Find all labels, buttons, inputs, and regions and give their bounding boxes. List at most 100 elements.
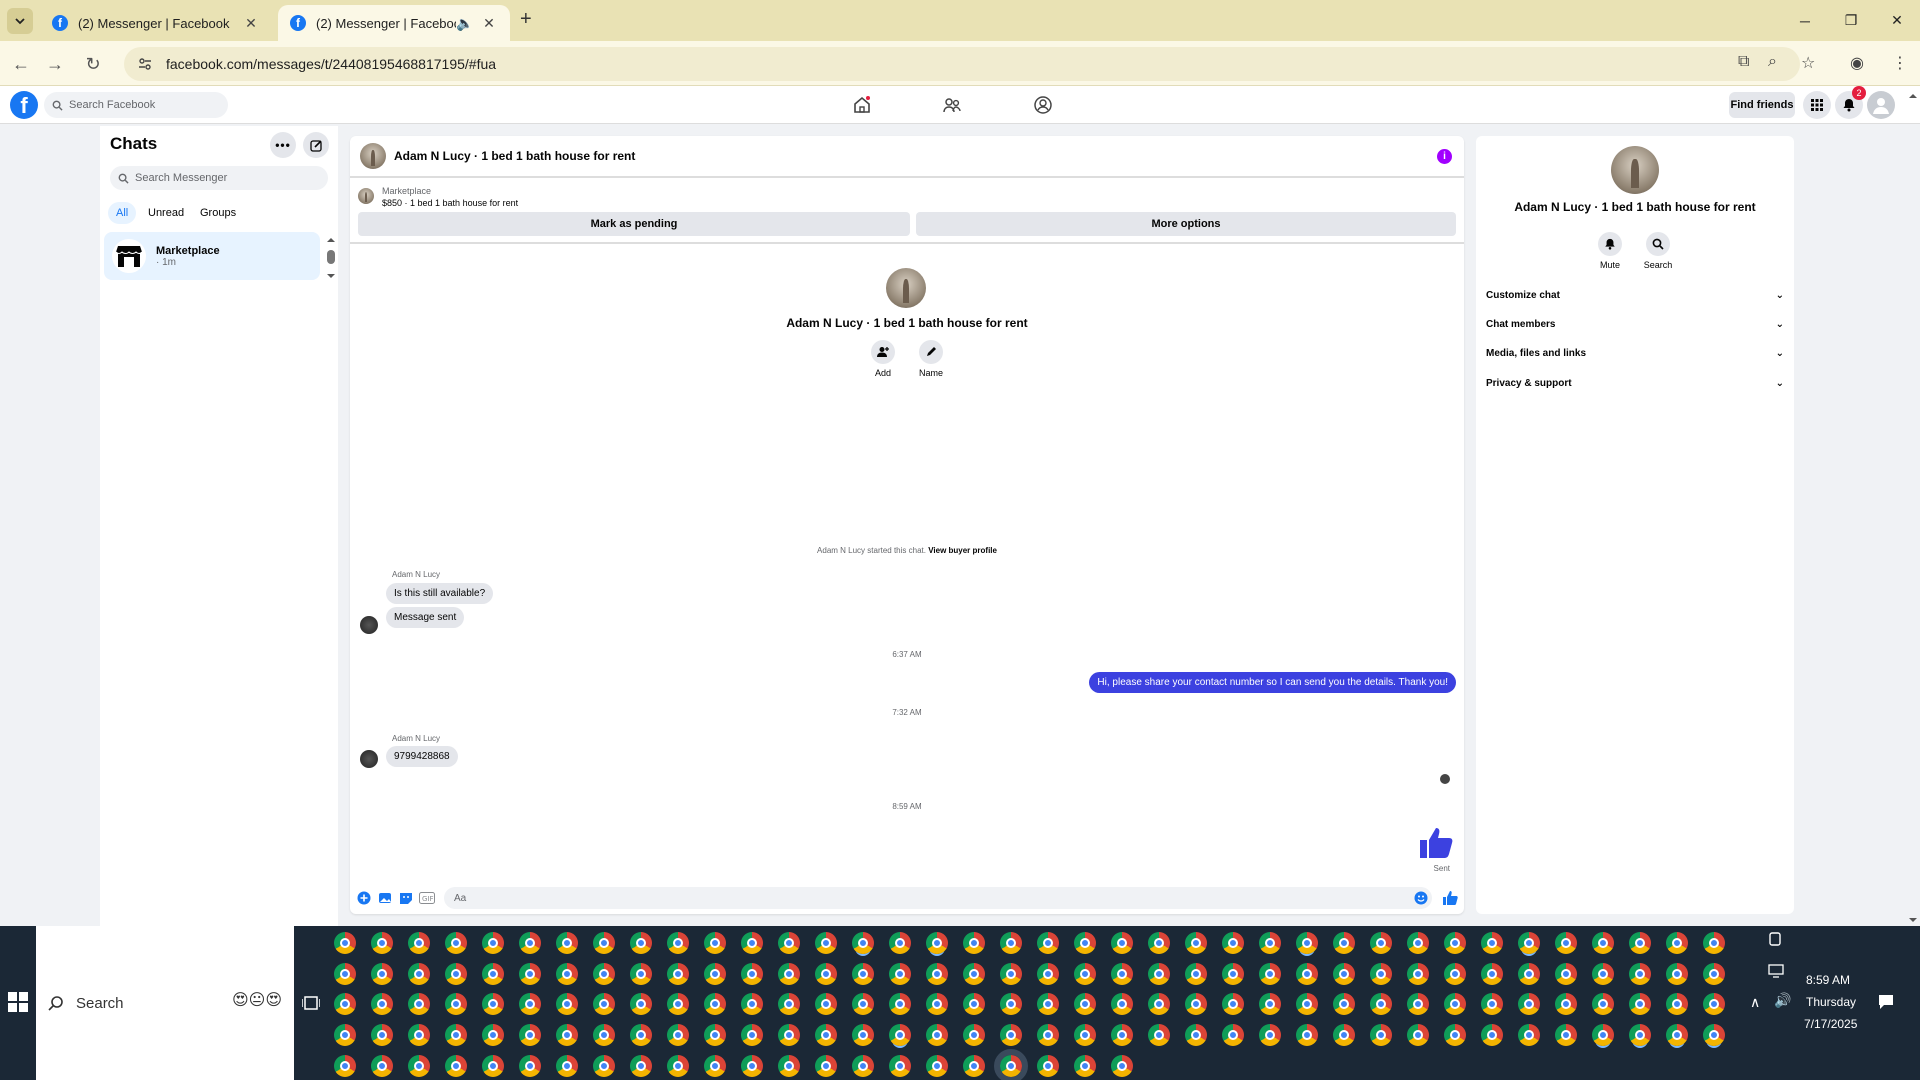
taskbar-browser-app-icon[interactable]	[1370, 993, 1392, 1016]
taskbar-browser-app-icon[interactable]	[926, 1024, 948, 1047]
taskbar-browser-app-icon[interactable]	[408, 932, 430, 954]
taskbar-browser-app-icon[interactable]	[482, 1054, 504, 1077]
taskbar-browser-app-icon[interactable]	[408, 993, 430, 1016]
taskbar-browser-app-icon[interactable]	[593, 993, 615, 1016]
taskbar-browser-app-icon[interactable]	[1629, 993, 1651, 1016]
taskbar-browser-app-icon[interactable]	[1111, 993, 1133, 1016]
taskbar-browser-app-icon[interactable]	[1259, 1024, 1281, 1047]
taskbar-browser-app-icon[interactable]	[630, 932, 652, 954]
taskbar-browser-app-icon[interactable]	[1222, 932, 1244, 954]
taskbar-browser-app-icon[interactable]	[630, 1024, 652, 1047]
taskbar-browser-app-icon[interactable]	[667, 1054, 689, 1077]
taskbar-browser-app-icon[interactable]	[519, 932, 541, 954]
taskbar-browser-app-icon[interactable]	[1481, 993, 1503, 1016]
taskbar-browser-app-icon[interactable]	[963, 932, 985, 954]
taskbar-browser-app-icon[interactable]	[1074, 993, 1096, 1016]
taskbar-browser-app-icon[interactable]	[741, 962, 763, 985]
taskbar-browser-app-icon[interactable]	[889, 962, 911, 985]
taskbar-browser-app-icon[interactable]	[1333, 962, 1355, 985]
gif-icon[interactable]: GIF	[419, 890, 435, 906]
chat-members-section[interactable]: Chat members ⌄	[1486, 310, 1784, 338]
taskbar-browser-app-icon[interactable]	[1111, 1024, 1133, 1047]
profile-icon[interactable]: ◉	[1850, 53, 1864, 73]
taskbar-browser-app-icon[interactable]	[371, 932, 393, 954]
view-buyer-profile-link[interactable]: View buyer profile	[928, 546, 997, 555]
tab-search-button[interactable]	[7, 8, 33, 34]
taskbar-browser-app-icon[interactable]	[815, 962, 837, 985]
taskbar-browser-app-icon[interactable]	[1148, 962, 1170, 985]
taskbar-browser-app-icon[interactable]	[741, 932, 763, 954]
taskbar-browser-app-icon[interactable]	[1518, 1024, 1540, 1047]
outgoing-message[interactable]: Hi, please share your contact number so …	[1089, 672, 1456, 693]
taskbar-browser-app-icon[interactable]	[445, 1054, 467, 1077]
info-icon[interactable]: i	[1437, 149, 1452, 164]
incoming-message[interactable]: 9799428868	[386, 746, 458, 767]
taskbar-browser-app-icon[interactable]	[1592, 993, 1614, 1016]
more-options-button[interactable]: More options	[916, 212, 1456, 236]
show-hidden-icons[interactable]: ∧	[1750, 994, 1760, 1011]
message-input[interactable]: Aa	[444, 887, 1432, 909]
edit-name-button[interactable]: Name	[911, 340, 951, 378]
chat-options-button[interactable]: •••	[270, 132, 296, 158]
taskbar-browser-app-icon[interactable]	[815, 932, 837, 954]
zoom-icon[interactable]: ⌕	[1768, 53, 1777, 71]
taskbar-browser-app-icon[interactable]	[334, 1054, 356, 1077]
taskbar-browser-app-icon[interactable]	[556, 1054, 578, 1077]
taskbar-browser-app-icon[interactable]	[1296, 962, 1318, 985]
menu-grid-button[interactable]	[1803, 91, 1831, 119]
taskbar-browser-app-icon[interactable]	[556, 962, 578, 985]
taskbar-browser-app-icon[interactable]	[482, 993, 504, 1016]
taskbar-browser-app-icon[interactable]	[1259, 932, 1281, 954]
like-button-icon[interactable]	[1442, 890, 1458, 906]
windows-start-icon[interactable]	[8, 992, 28, 1012]
taskbar-browser-app-icon[interactable]	[1333, 993, 1355, 1016]
taskbar-browser-app-icon[interactable]	[1259, 993, 1281, 1016]
taskbar-browser-app-icon[interactable]	[1000, 1024, 1022, 1047]
task-view-icon[interactable]	[302, 994, 320, 1012]
taskbar-browser-app-icon[interactable]	[1407, 962, 1429, 985]
taskbar-browser-app-icon[interactable]	[1222, 1024, 1244, 1047]
taskbar-browser-app-icon[interactable]	[630, 993, 652, 1016]
taskbar-browser-app-icon[interactable]	[1666, 932, 1688, 954]
taskbar-browser-app-icon[interactable]	[1481, 932, 1503, 954]
taskbar-browser-app-icon[interactable]	[1370, 932, 1392, 954]
taskbar-browser-app-icon[interactable]	[1074, 962, 1096, 985]
browser-tab-1[interactable]: f (2) Messenger | Facebook ✕	[40, 5, 272, 41]
taskbar-browser-app-icon[interactable]	[1370, 962, 1392, 985]
taskbar-browser-app-icon[interactable]	[963, 1054, 985, 1077]
taskbar-browser-app-icon[interactable]	[926, 993, 948, 1016]
taskbar-browser-app-icon[interactable]	[1407, 1024, 1429, 1047]
taskbar-browser-app-icon[interactable]	[1037, 1024, 1059, 1047]
taskbar-browser-app-icon[interactable]	[741, 993, 763, 1016]
taskbar-browser-app-icon[interactable]	[482, 1024, 504, 1047]
network-icon[interactable]	[1768, 964, 1784, 978]
taskbar-browser-app-icon[interactable]	[1703, 932, 1725, 954]
taskbar-browser-app-icon[interactable]	[630, 962, 652, 985]
taskbar-browser-app-icon[interactable]	[556, 1024, 578, 1047]
taskbar-browser-app-icon[interactable]	[889, 1054, 911, 1077]
close-tab-icon[interactable]: ✕	[242, 15, 260, 32]
taskbar-browser-app-icon[interactable]	[1407, 993, 1429, 1016]
taskbar-browser-app-icon[interactable]	[1703, 962, 1725, 985]
taskbar-browser-app-icon[interactable]	[994, 1048, 1028, 1080]
emoji-icon[interactable]	[1414, 891, 1428, 905]
page-scrollbar[interactable]	[1906, 92, 1920, 924]
taskbar-browser-app-icon[interactable]	[1037, 962, 1059, 985]
contact-avatar-large[interactable]	[886, 268, 926, 308]
taskbar-browser-app-icon[interactable]	[1222, 993, 1244, 1016]
taskbar-browser-app-icon[interactable]	[371, 1054, 393, 1077]
taskbar-browser-app-icon[interactable]	[1111, 1054, 1133, 1077]
clock-day[interactable]: Thursday	[1806, 995, 1856, 1009]
taskbar-browser-app-icon[interactable]	[741, 1054, 763, 1077]
filter-unread[interactable]: Unread	[140, 202, 192, 224]
taskbar-browser-app-icon[interactable]	[1518, 962, 1540, 985]
taskbar-browser-app-icon[interactable]	[778, 1054, 800, 1077]
taskbar-browser-app-icon[interactable]	[1000, 932, 1022, 954]
taskbar-browser-app-icon[interactable]	[1185, 962, 1207, 985]
taskbar-browser-app-icon[interactable]	[1296, 1024, 1318, 1047]
taskbar-browser-app-icon[interactable]	[963, 1024, 985, 1047]
taskbar-browser-app-icon[interactable]	[852, 962, 874, 985]
groups-icon[interactable]	[1033, 95, 1053, 115]
chat-item-marketplace[interactable]: Marketplace · 1m	[104, 232, 320, 280]
taskbar-browser-app-icon[interactable]	[1074, 1024, 1096, 1047]
